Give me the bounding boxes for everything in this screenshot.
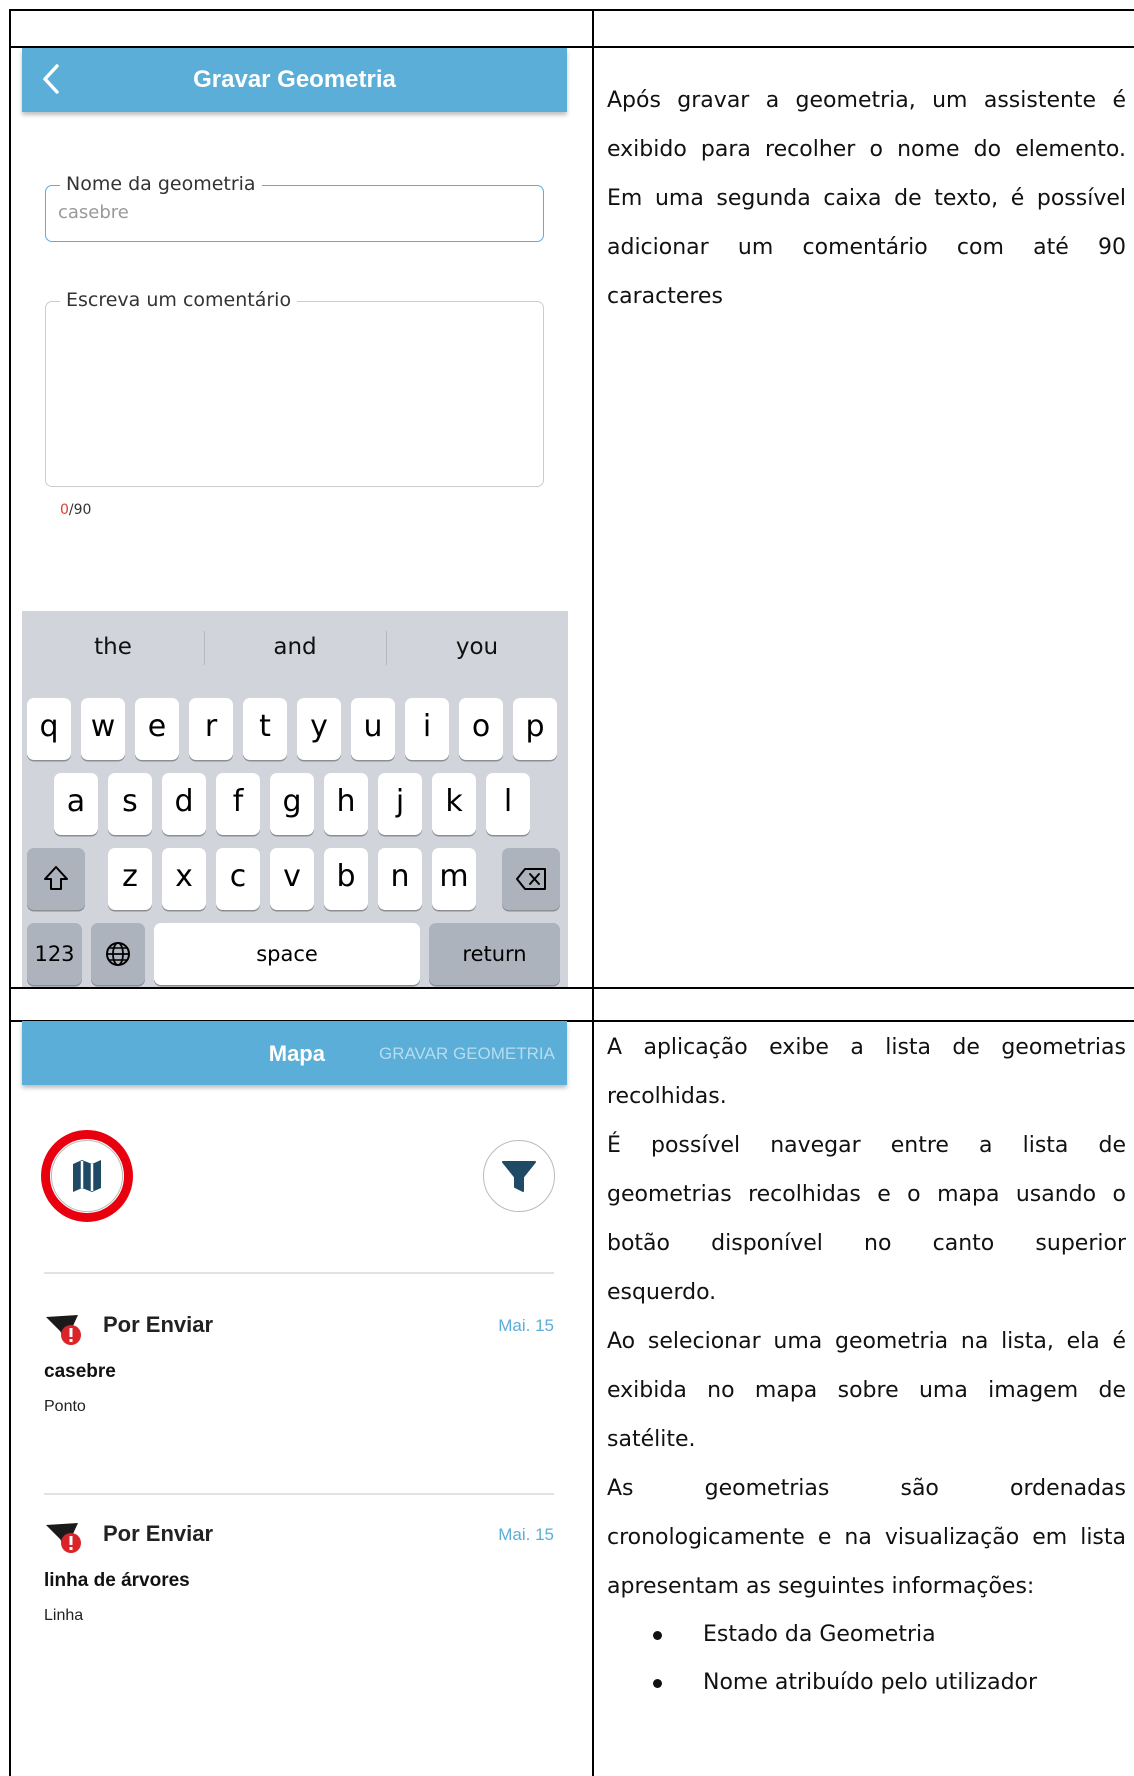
numbers-key[interactable]: 123 — [27, 923, 82, 985]
counter-max: /90 — [68, 502, 92, 518]
item-type: Ponto — [44, 1398, 86, 1415]
on-screen-keyboard: the and you q w e r t y u i o p a s d f … — [22, 611, 568, 987]
key[interactable]: s — [108, 773, 152, 835]
key[interactable]: a — [54, 773, 98, 835]
key[interactable]: y — [297, 698, 341, 760]
suggestion-item[interactable]: you — [386, 634, 568, 660]
key[interactable]: f — [216, 773, 260, 835]
status-label: Por Enviar — [103, 1521, 214, 1546]
description-line: É possível navegar entre a lista de — [607, 1133, 1126, 1158]
shift-key[interactable] — [27, 848, 85, 910]
bullet-item: Nome atribuído pelo utilizador — [607, 1659, 1126, 1707]
status-label: Por Enviar — [103, 1312, 214, 1337]
key[interactable]: l — [486, 773, 530, 835]
description-line: recolhidas. — [607, 1084, 727, 1109]
info-bullet-list: Estado da Geometria Nome atribuído pelo … — [607, 1611, 1126, 1707]
item-type: Linha — [44, 1607, 84, 1624]
key[interactable]: q — [27, 698, 71, 760]
description-line: Em uma segunda caixa de texto, é possíve… — [607, 186, 1126, 211]
description-line: exibida no mapa sobre uma imagem de — [607, 1378, 1126, 1403]
return-key[interactable]: return — [429, 923, 560, 985]
list-app-bar: Mapa GRAVAR GEOMETRIA — [22, 1021, 567, 1085]
table-border-top — [9, 9, 1134, 11]
key[interactable]: u — [351, 698, 395, 760]
description-line: caracteres — [607, 284, 723, 309]
suggestion-bar: the and you — [22, 611, 568, 687]
highlight-ring — [41, 1130, 133, 1222]
description-line: As geometrias são ordenadas — [607, 1476, 1126, 1501]
description-line: esquerdo. — [607, 1280, 717, 1305]
globe-icon — [106, 942, 130, 966]
item-date: Mai. 15 — [498, 1316, 554, 1335]
key[interactable]: j — [378, 773, 422, 835]
key[interactable]: g — [270, 773, 314, 835]
globe-key[interactable] — [91, 923, 145, 985]
form-app-bar: Gravar Geometria — [22, 48, 567, 112]
filter-button[interactable] — [483, 1140, 555, 1212]
backspace-icon — [516, 868, 546, 890]
comment-label: Escreva um comentário — [60, 289, 298, 311]
filter-icon — [501, 1160, 536, 1192]
table-border-left — [9, 9, 11, 1776]
comment-field[interactable]: Escreva um comentário — [45, 289, 544, 487]
space-key[interactable]: space — [154, 923, 420, 985]
list-separator — [44, 1272, 554, 1274]
item-date: Mai. 15 — [498, 1525, 554, 1544]
description-line: cronologicamente e na visualização em li… — [607, 1525, 1126, 1550]
key[interactable]: b — [324, 848, 368, 910]
key[interactable]: r — [189, 698, 233, 760]
backspace-key[interactable] — [502, 848, 560, 910]
key[interactable]: x — [162, 848, 206, 910]
item-name[interactable]: linha de árvores — [44, 1570, 190, 1592]
pending-send-icon — [46, 1523, 81, 1553]
description-line: satélite. — [607, 1427, 696, 1452]
key[interactable]: e — [135, 698, 179, 760]
description-line: Ao selecionar uma geometria na lista, el… — [607, 1329, 1126, 1354]
tab-record-geometry[interactable]: GRAVAR GEOMETRIA — [379, 1044, 555, 1064]
tab-map[interactable]: Mapa — [269, 1041, 325, 1067]
list-separator — [44, 1493, 554, 1495]
key[interactable]: w — [81, 698, 125, 760]
form-title: Gravar Geometria — [193, 66, 396, 93]
description-line: botão disponível no canto superior — [607, 1231, 1126, 1256]
description-line: apresentam as seguintes informações: — [607, 1574, 1035, 1599]
table-row-line — [9, 987, 1134, 989]
description-line: A aplicação exibe a lista de geometrias — [607, 1035, 1126, 1060]
table-column-divider — [592, 9, 594, 1776]
key[interactable]: t — [243, 698, 287, 760]
key[interactable]: m — [432, 848, 476, 910]
key[interactable]: z — [108, 848, 152, 910]
form-description: Após gravar a geometria, um assistente é… — [607, 76, 1126, 321]
key[interactable]: p — [513, 698, 557, 760]
shift-icon — [44, 866, 68, 890]
geometry-name-field[interactable]: Nome da geometria casebre — [45, 173, 544, 242]
item-name[interactable]: casebre — [44, 1361, 116, 1383]
character-counter: 0/90 — [60, 502, 91, 518]
suggestion-item[interactable]: and — [204, 634, 386, 660]
counter-current: 0 — [60, 502, 69, 518]
description-line: adicionar um comentário com até 90 — [607, 235, 1126, 260]
key[interactable]: h — [324, 773, 368, 835]
geometry-name-label: Nome da geometria — [60, 173, 262, 195]
pending-send-icon — [46, 1315, 81, 1345]
key[interactable]: c — [216, 848, 260, 910]
description-line: Após gravar a geometria, um assistente é — [607, 88, 1126, 113]
key[interactable]: v — [270, 848, 314, 910]
geometry-name-value[interactable]: casebre — [58, 202, 129, 223]
suggestion-item[interactable]: the — [22, 634, 204, 660]
description-line: exibido para recolher o nome do elemento… — [607, 137, 1126, 162]
key[interactable]: n — [378, 848, 422, 910]
bullet-item: Estado da Geometria — [607, 1611, 1126, 1659]
key[interactable]: i — [405, 698, 449, 760]
list-description: A aplicação exibe a lista de geometrias … — [607, 1023, 1126, 1707]
description-line: geometrias recolhidas e o mapa usando o — [607, 1182, 1126, 1207]
key[interactable]: d — [162, 773, 206, 835]
key[interactable]: o — [459, 698, 503, 760]
key[interactable]: k — [432, 773, 476, 835]
